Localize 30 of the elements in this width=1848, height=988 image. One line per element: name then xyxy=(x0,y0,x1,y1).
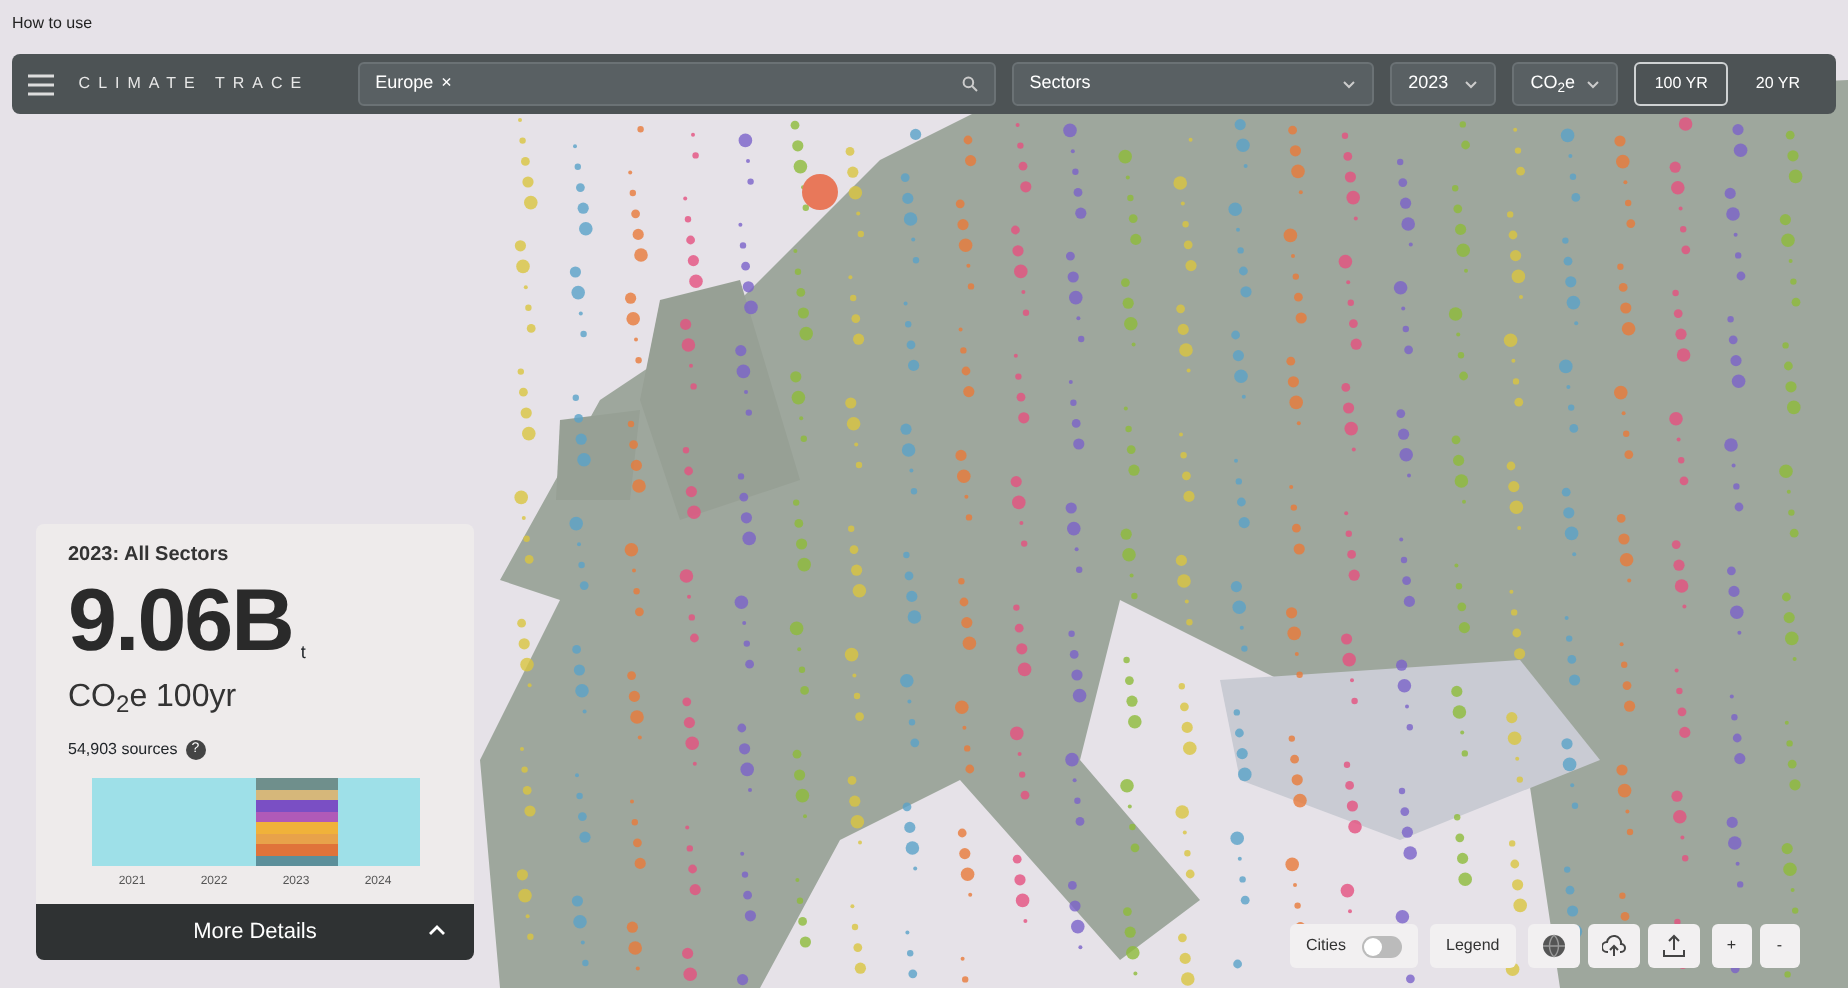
cities-toggle[interactable]: Cities xyxy=(1290,924,1419,968)
remove-tag-button[interactable]: × xyxy=(441,70,452,98)
zoom-in-button[interactable]: + xyxy=(1711,924,1752,968)
chevron-up-icon xyxy=(428,924,446,936)
region-tag: Europe xyxy=(375,70,434,98)
search-icon xyxy=(961,76,978,92)
globe-icon[interactable] xyxy=(1541,934,1566,958)
cloud-upload-icon[interactable] xyxy=(1601,934,1626,958)
emission-value: 9.06B xyxy=(68,578,293,666)
horizon-toggle[interactable]: 100 YR xyxy=(1634,62,1728,106)
legend-button[interactable]: Legend xyxy=(1430,924,1516,968)
zoom-out-button[interactable]: - xyxy=(1759,924,1800,968)
year-dropdown[interactable]: 2023 xyxy=(1390,62,1497,106)
region-search-field[interactable]: Europe × xyxy=(357,62,996,106)
unit-label: t xyxy=(300,639,306,665)
chevron-down-icon xyxy=(1586,79,1601,89)
share-icon[interactable] xyxy=(1661,934,1686,958)
horizon-toggle[interactable]: 20 YR xyxy=(1735,62,1820,106)
how-to-use-link[interactable]: How to use xyxy=(12,12,93,36)
chevron-down-icon xyxy=(1464,79,1479,89)
logo-text: CLIMATE TRACE xyxy=(78,72,310,96)
more-details-button[interactable]: More Details xyxy=(36,904,474,960)
year-bar[interactable] xyxy=(255,778,337,866)
menu-icon[interactable] xyxy=(28,73,55,95)
sources-count: 54,903 sources xyxy=(68,738,178,762)
chevron-down-icon xyxy=(1342,79,1357,89)
panel-title: 2023: All Sectors xyxy=(68,542,231,570)
metric-label: CO$_{2}$e 100yr xyxy=(68,678,239,722)
gas-dropdown[interactable]: CO$_{2}$e xyxy=(1512,62,1619,106)
sector-dropdown[interactable]: Sectors xyxy=(1011,62,1375,106)
